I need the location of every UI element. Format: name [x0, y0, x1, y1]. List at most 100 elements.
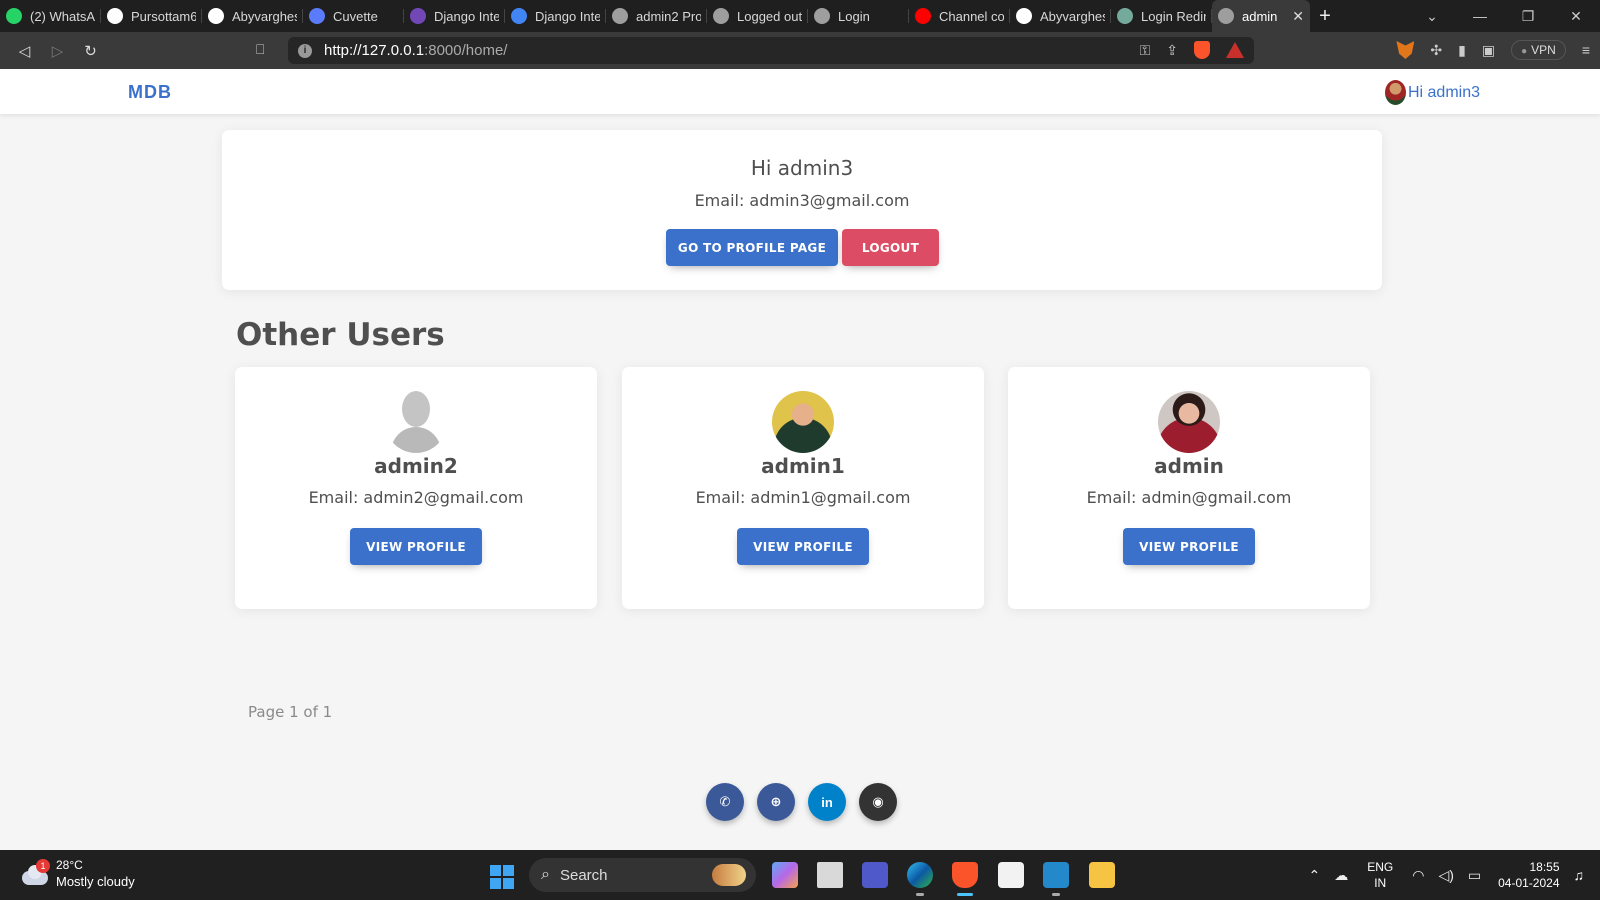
tab-label: admin — [1242, 8, 1278, 24]
file-explorer-icon[interactable] — [1089, 862, 1115, 888]
rewards-badge: 1 — [1239, 35, 1249, 52]
share-icon[interactable]: ⇪ — [1166, 42, 1178, 59]
social-links: ✆ ⊕ in ◉ — [706, 783, 897, 821]
cloud-icon: 1 — [22, 859, 50, 885]
profile-page-button[interactable]: GO TO PROFILE PAGE — [666, 229, 838, 266]
metamask-icon[interactable] — [1396, 41, 1415, 59]
back-button[interactable]: ◁ — [8, 42, 41, 60]
new-tab-button[interactable]: + — [1310, 5, 1340, 28]
user-card: admin1 Email: admin1@gmail.com VIEW PROF… — [622, 367, 984, 609]
browser-tab[interactable]: Logged out — [707, 0, 808, 32]
forward-button[interactable]: ▷ — [41, 42, 74, 60]
url-text[interactable]: http://127.0.0.1:8000/home/ — [324, 42, 507, 59]
wifi-icon[interactable]: ◠ — [1412, 867, 1424, 884]
brave-icon[interactable] — [952, 862, 978, 896]
sidebar-icon[interactable]: ▮ — [1458, 42, 1466, 59]
linkedin-icon[interactable]: in — [808, 783, 846, 821]
brave-rewards-icon[interactable]: 1 — [1226, 42, 1244, 58]
window-controls: ⌄ — ❐ ✕ — [1408, 8, 1600, 25]
globe-icon — [814, 8, 830, 24]
nav-greeting[interactable]: Hi admin3 — [1408, 84, 1480, 102]
wallet-icon[interactable]: ▣ — [1482, 42, 1495, 59]
browser-tab[interactable]: Pursottam6 — [101, 0, 202, 32]
github-icon[interactable]: ◉ — [859, 783, 897, 821]
site-info-icon[interactable]: i — [298, 43, 312, 58]
tab-label: Channel co — [939, 8, 1004, 24]
docs-icon — [511, 8, 527, 24]
forms-icon — [410, 8, 426, 24]
reload-button[interactable]: ↻ — [74, 42, 107, 60]
bookmark-icon[interactable]: ⎕ — [256, 41, 264, 58]
user-email: Email: admin@gmail.com — [1086, 488, 1292, 507]
tab-label: Login Redir — [1141, 8, 1206, 24]
pagination-text: Page 1 of 1 — [248, 703, 333, 721]
browser-tab[interactable]: (2) WhatsApp — [0, 0, 101, 32]
phone-icon[interactable]: ✆ — [706, 783, 744, 821]
current-user-card: Hi admin3 Email: admin3@gmail.com GO TO … — [222, 130, 1382, 290]
vpn-button[interactable]: VPN — [1511, 40, 1566, 60]
user-name: admin1 — [761, 454, 845, 478]
brave-shields-icon[interactable] — [1194, 41, 1210, 59]
browser-tab[interactable]: Login — [808, 0, 909, 32]
browser-tab[interactable]: Django Inte — [505, 0, 606, 32]
chatgpt-icon — [1117, 8, 1133, 24]
volume-icon[interactable]: ◁) — [1438, 867, 1453, 884]
language-indicator[interactable]: ENG IN — [1367, 859, 1393, 891]
windows-start-icon[interactable] — [490, 865, 514, 889]
toolbar-extensions: ✣ ▮ ▣ VPN ≡ — [1396, 40, 1590, 60]
tab-search-icon[interactable]: ⌄ — [1408, 8, 1456, 25]
close-window-button[interactable]: ✕ — [1552, 8, 1600, 25]
address-bar-actions: ⚿ ⇪ 1 — [1140, 41, 1244, 59]
clock[interactable]: 18:55 04-01-2024 — [1498, 859, 1559, 891]
browser-toolbar: ◁ ▷ ↻ ⎕ i http://127.0.0.1:8000/home/ ⚿ … — [0, 32, 1600, 69]
battery-icon[interactable]: ▭ — [1468, 867, 1481, 884]
key-icon[interactable]: ⚿ — [1140, 42, 1151, 59]
user-card: admin2 Email: admin2@gmail.com VIEW PROF… — [235, 367, 597, 609]
brand-logo[interactable]: MDB — [128, 82, 172, 103]
close-tab-icon[interactable]: ✕ — [1292, 8, 1304, 25]
view-profile-button[interactable]: VIEW PROFILE — [737, 528, 869, 565]
browser-tab[interactable]: Cuvette — [303, 0, 404, 32]
user-email: Email: admin1@gmail.com — [695, 488, 911, 507]
browser-tab[interactable]: Abyvarghese — [1010, 0, 1111, 32]
edge-icon[interactable] — [907, 862, 933, 896]
extensions-icon[interactable]: ✣ — [1430, 42, 1442, 59]
tab-label: Abyvarghese — [1040, 8, 1105, 24]
vscode-icon[interactable] — [1043, 862, 1069, 896]
logout-button[interactable]: LOGOUT — [842, 229, 939, 266]
menu-icon[interactable]: ≡ — [1582, 42, 1590, 58]
browser-tab[interactable]: Django Inte — [404, 0, 505, 32]
chevron-up-icon[interactable]: ⌃ — [1308, 867, 1320, 884]
browser-tab[interactable]: admin2 Pro — [606, 0, 707, 32]
globe-icon — [713, 8, 729, 24]
store-icon[interactable] — [998, 862, 1024, 888]
site-navbar: MDB Hi admin3 — [0, 69, 1600, 114]
onedrive-icon[interactable]: ☁ — [1334, 867, 1348, 884]
tab-label: Django Inte — [434, 8, 499, 24]
browser-tab[interactable]: admin ✕ — [1212, 0, 1310, 32]
weather-condition: Mostly cloudy — [56, 874, 135, 889]
globe-icon — [1218, 8, 1234, 24]
taskbar-search[interactable]: ⌕ Search — [529, 858, 756, 892]
view-profile-button[interactable]: VIEW PROFILE — [1123, 528, 1255, 565]
weather-widget[interactable]: 1 28°C Mostly cloudy — [22, 858, 135, 890]
address-bar[interactable]: i http://127.0.0.1:8000/home/ ⚿ ⇪ 1 — [288, 37, 1254, 64]
github-icon — [107, 8, 123, 24]
browser-tab[interactable]: Abyvarghese — [202, 0, 303, 32]
minimize-button[interactable]: — — [1456, 8, 1504, 24]
tab-label: Login — [838, 8, 870, 24]
task-view-icon[interactable] — [817, 862, 843, 888]
cuvette-icon — [309, 8, 325, 24]
current-user-email: Email: admin3@gmail.com — [694, 191, 910, 210]
restore-button[interactable]: ❐ — [1504, 8, 1552, 25]
nav-user-link[interactable]: Hi admin3 — [1384, 80, 1480, 105]
browser-tab[interactable]: Login Redir — [1111, 0, 1212, 32]
notification-icon[interactable]: ♫ — [1574, 867, 1585, 883]
teams-icon[interactable] — [862, 862, 888, 888]
globe-icon[interactable]: ⊕ — [757, 783, 795, 821]
view-profile-button[interactable]: VIEW PROFILE — [350, 528, 482, 565]
tab-label: Logged out — [737, 8, 802, 24]
browser-tab[interactable]: Channel co — [909, 0, 1010, 32]
search-label: Search — [559, 866, 608, 884]
copilot-icon[interactable] — [772, 862, 798, 888]
